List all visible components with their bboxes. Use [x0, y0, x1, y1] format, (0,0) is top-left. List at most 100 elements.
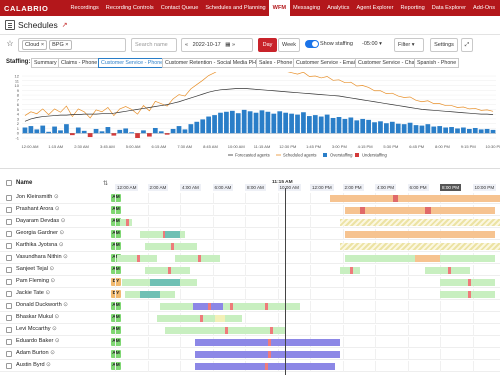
row-checkbox[interactable] — [6, 339, 12, 345]
break-marker[interactable] — [467, 291, 471, 298]
schedule-activity-block[interactable] — [480, 195, 500, 202]
staffing-tab-customer-retention-social-media-ph[interactable]: Customer Retention - Social Media PH — [162, 58, 259, 68]
agent-name[interactable]: Adam Burton ⊙ — [16, 350, 55, 356]
schedule-row[interactable]: Bhaskar Mukul ⊙ AM — [0, 313, 500, 324]
agent-name[interactable]: Pam Fleming ⊙ — [16, 278, 55, 284]
schedule-activity-block[interactable] — [340, 219, 500, 226]
schedule-activity-block[interactable] — [345, 207, 495, 214]
schedule-row[interactable]: Sanjeet Tejal ⊙ AM — [0, 265, 500, 276]
schedule-row[interactable]: Levi Mccarthy ⊙ AM — [0, 325, 500, 336]
break-marker[interactable] — [197, 255, 201, 262]
search-input[interactable]: Search name — [131, 38, 177, 52]
row-checkbox[interactable] — [6, 279, 12, 285]
break-marker[interactable] — [199, 315, 203, 322]
staffing-tab-claims-phone[interactable]: Claims - Phone — [58, 58, 101, 68]
staffing-tab-customer-service-email[interactable]: Customer Service - Email — [293, 58, 360, 68]
calendar-icon[interactable]: ▦ — [225, 42, 230, 48]
prev-icon[interactable]: « — [185, 42, 188, 48]
break-marker[interactable] — [267, 351, 271, 358]
agent-name[interactable]: Bhaskar Mukul ⊙ — [16, 314, 59, 320]
staffing-tab-customer-service-phone[interactable]: Customer Service - Phone — [98, 58, 167, 68]
bpg-chip[interactable]: BPG × — [49, 40, 72, 50]
break-marker[interactable] — [350, 267, 353, 274]
nav-item-messaging[interactable]: Messaging — [290, 0, 324, 16]
nav-item-wfm[interactable]: WFM — [269, 0, 290, 16]
break-marker[interactable] — [265, 303, 268, 310]
break-marker[interactable] — [267, 339, 271, 346]
break-marker[interactable] — [208, 303, 211, 310]
row-checkbox[interactable] — [6, 207, 12, 213]
break-marker[interactable] — [167, 267, 171, 274]
agent-name[interactable]: Karthika Jyotsna ⊙ — [16, 242, 64, 248]
row-checkbox[interactable] — [6, 243, 12, 249]
row-checkbox[interactable] — [6, 255, 12, 261]
team-filter[interactable]: Cloud × BPG × — [18, 38, 126, 52]
break-marker[interactable] — [270, 327, 273, 334]
agent-name[interactable]: Levi Mccarthy ⊙ — [16, 326, 57, 332]
schedule-row[interactable]: Karthika Jyotsna ⊙ AM — [0, 241, 500, 252]
agent-name[interactable]: Eduardo Baker ⊙ — [16, 338, 60, 344]
nav-item-recordings[interactable]: Recordings — [67, 0, 102, 16]
info-icon[interactable]: ⊙ — [59, 218, 66, 224]
external-link-icon[interactable]: ↗ — [62, 21, 68, 29]
schedule-row[interactable]: Jon Kleinsmith ⊙ AM — [0, 193, 500, 204]
nav-item-add-ons[interactable]: Add-Ons — [469, 0, 498, 16]
row-checkbox[interactable] — [6, 303, 12, 309]
break-marker[interactable] — [126, 219, 129, 226]
filter-button[interactable]: Filter ▾ — [394, 38, 424, 52]
schedule-row[interactable]: Adam Burton ⊙ AM — [0, 349, 500, 360]
agent-name[interactable]: Sanjeet Tejal ⊙ — [16, 266, 54, 272]
info-icon[interactable]: ⊙ — [53, 314, 60, 320]
schedule-activity-block[interactable] — [345, 231, 495, 238]
info-icon[interactable]: ⊙ — [53, 206, 60, 212]
schedule-activity-block[interactable] — [165, 231, 180, 238]
row-checkbox[interactable] — [6, 219, 12, 225]
schedule-row[interactable]: Dayaram Devdas ⊙ AM — [0, 217, 500, 228]
row-checkbox[interactable] — [6, 351, 12, 357]
schedule-activity-block[interactable] — [393, 195, 398, 202]
sort-icon[interactable]: ⇅ — [103, 180, 108, 187]
break-marker[interactable] — [447, 267, 451, 274]
break-marker[interactable] — [171, 243, 174, 250]
nav-item-schedules-and-planning[interactable]: Schedules and Planning — [202, 0, 269, 16]
info-icon[interactable]: ⊙ — [48, 266, 54, 272]
schedule-row[interactable]: Eduardo Baker ⊙ AM — [0, 337, 500, 348]
info-icon[interactable]: ⊙ — [44, 290, 50, 296]
schedule-row[interactable]: Pam Fleming ⊙ DY — [0, 277, 500, 288]
staffing-tab-spanish-phone[interactable]: Spanish - Phone — [414, 58, 460, 68]
row-checkbox[interactable] — [6, 231, 12, 237]
week-button[interactable]: Week — [278, 38, 300, 52]
info-icon[interactable]: ⊙ — [57, 242, 64, 248]
break-marker[interactable] — [230, 303, 233, 310]
row-checkbox[interactable] — [6, 195, 12, 201]
calabrio-logo[interactable]: CALABRIO — [0, 4, 67, 13]
schedule-row[interactable]: Georgia Gardner ⊙ AM — [0, 229, 500, 240]
expand-icon[interactable]: ⤢ — [461, 38, 473, 52]
favorite-star-icon[interactable]: ☆ — [4, 38, 16, 52]
agent-name[interactable]: Jackie Tate ⊙ — [16, 290, 50, 296]
agent-name[interactable]: Georgia Gardner ⊙ — [16, 230, 64, 236]
agent-name[interactable]: Donald Duckworth ⊙ — [16, 302, 68, 308]
break-marker[interactable] — [467, 279, 471, 286]
schedule-activity-block[interactable] — [140, 291, 160, 298]
timezone-offset[interactable]: -05:00 ▾ — [359, 38, 389, 52]
staffing-tab-customer-service-chat[interactable]: Customer Service - Chat — [355, 58, 419, 68]
schedule-row[interactable]: Vasundhara Nithin ⊙ AM — [0, 253, 500, 264]
schedule-row[interactable]: Jackie Tate ⊙ DY — [0, 289, 500, 300]
agent-name[interactable]: Prashant Arora ⊙ — [16, 206, 60, 212]
info-icon[interactable]: ⊙ — [52, 194, 59, 200]
break-marker[interactable] — [225, 327, 228, 334]
nav-item-reporting[interactable]: Reporting — [397, 0, 428, 16]
agent-name[interactable]: Jon Kleinsmith ⊙ — [16, 194, 59, 200]
info-icon[interactable]: ⊙ — [62, 302, 68, 308]
info-icon[interactable]: ⊙ — [62, 254, 68, 260]
agent-name[interactable]: Dayaram Devdas ⊙ — [16, 218, 65, 224]
row-checkbox[interactable] — [6, 363, 12, 369]
show-staffing-toggle[interactable] — [305, 40, 319, 48]
cloud-chip[interactable]: Cloud × — [22, 40, 48, 50]
staffing-tab-summary[interactable]: Summary — [31, 58, 60, 68]
schedule-activity-block[interactable] — [330, 195, 480, 202]
nav-item-data-explorer[interactable]: Data Explorer — [428, 0, 469, 16]
staffing-tab-sales-phone[interactable]: Sales - Phone — [256, 58, 296, 68]
row-checkbox[interactable] — [6, 327, 12, 333]
